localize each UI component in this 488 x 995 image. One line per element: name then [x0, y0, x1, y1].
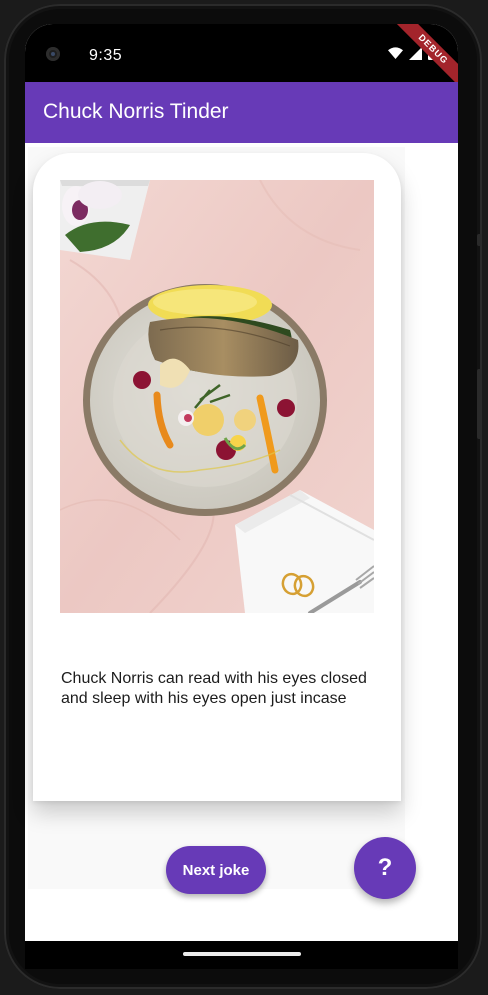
main-content: Chuck Norris can read with his eyes clos… [28, 147, 405, 894]
joke-text: Chuck Norris can read with his eyes clos… [61, 670, 367, 707]
power-button [477, 234, 482, 246]
volume-button [477, 369, 482, 439]
joke-card[interactable]: Chuck Norris can read with his eyes clos… [33, 153, 401, 801]
status-bar: 9:35 DEBUG [25, 24, 458, 94]
app-bar: Chuck Norris Tinder [25, 82, 458, 143]
wifi-icon [388, 47, 403, 59]
food-photo [60, 180, 374, 613]
food-image [60, 180, 374, 613]
status-time: 9:35 [89, 47, 123, 64]
home-indicator[interactable] [183, 952, 301, 956]
camera-icon [46, 47, 60, 61]
navigation-bar [25, 941, 458, 969]
app-title: Chuck Norris Tinder [43, 100, 229, 123]
cellular-icon [409, 46, 422, 60]
next-joke-button[interactable]: Next joke [166, 846, 266, 894]
help-fab[interactable]: ? [354, 837, 416, 899]
